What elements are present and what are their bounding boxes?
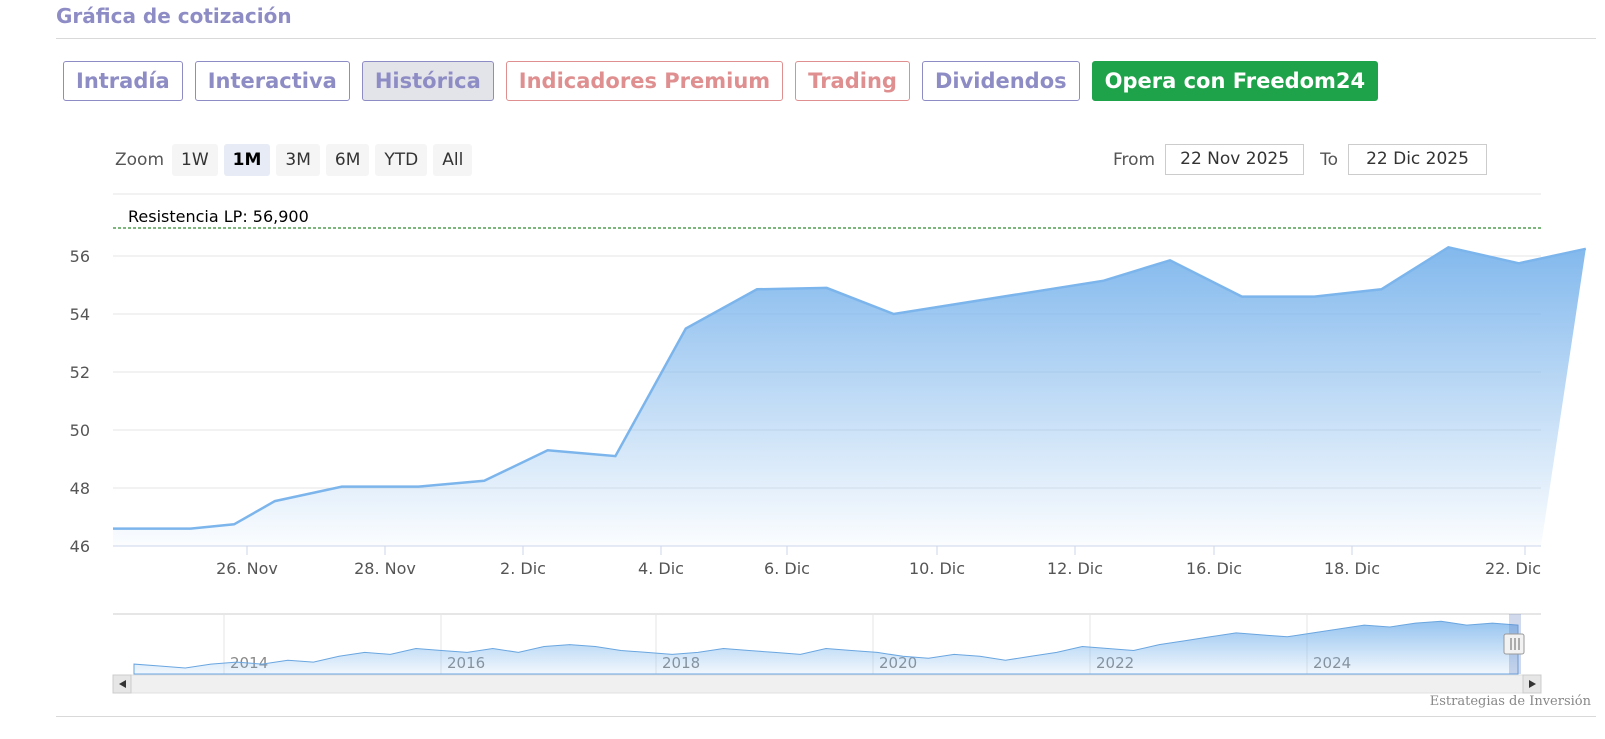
chart-credit: Estrategias de Inversión <box>1429 694 1591 709</box>
x-tick-label: 12. Dic <box>1047 559 1103 578</box>
price-chart: 46 48 50 52 54 56 Resistencia LP: 56,900 26. No… <box>70 193 1587 694</box>
x-tick-label: 22. Dic <box>1485 559 1541 578</box>
resistance-label: Resistencia LP: 56,900 <box>128 207 309 226</box>
x-tick-label: 10. Dic <box>909 559 965 578</box>
scrollbar-track <box>112 674 1542 694</box>
x-tick-label: 26. Nov <box>216 559 278 578</box>
y-tick-label: 50 <box>70 421 90 440</box>
bottom-divider <box>56 716 1596 717</box>
x-tick-label: 6. Dic <box>764 559 810 578</box>
x-tick-label: 16. Dic <box>1186 559 1242 578</box>
navigator-series <box>133 620 1519 675</box>
x-tick-label: 2. Dic <box>500 559 546 578</box>
navigator-handle <box>1503 633 1525 655</box>
y-tick-label: 54 <box>70 305 90 324</box>
y-tick-label: 46 <box>70 537 90 556</box>
x-tick-label: 28. Nov <box>354 559 416 578</box>
y-tick-label: 56 <box>70 247 90 266</box>
x-tick-label: 18. Dic <box>1324 559 1380 578</box>
y-tick-label: 48 <box>70 479 90 498</box>
x-tick-label: 4. Dic <box>638 559 684 578</box>
y-tick-label: 52 <box>70 363 90 382</box>
